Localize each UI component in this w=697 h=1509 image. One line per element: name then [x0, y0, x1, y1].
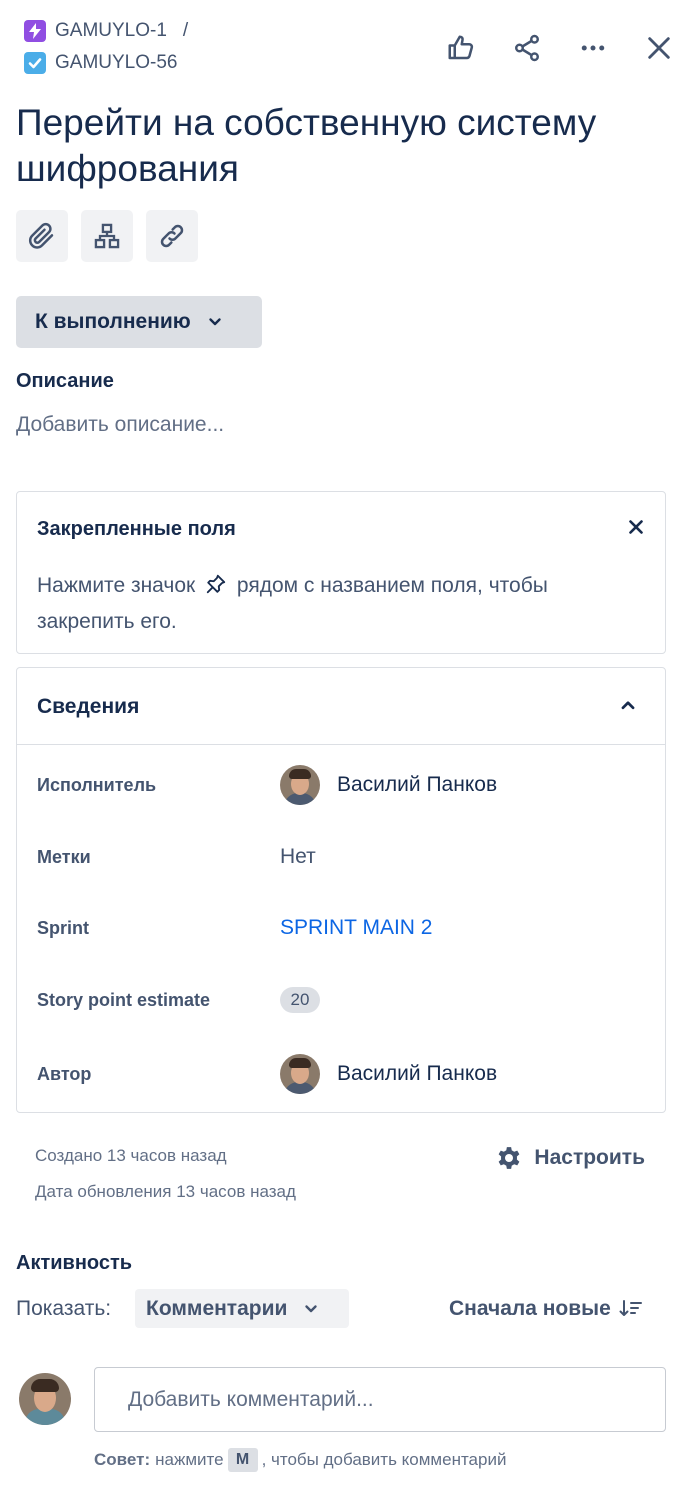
- like-button[interactable]: [441, 28, 481, 68]
- close-pinned-button[interactable]: [623, 514, 649, 540]
- hierarchy-icon: [94, 223, 120, 249]
- issue-title[interactable]: Перейти на собственную систему шифровани…: [16, 100, 656, 192]
- created-timestamp: Создано 13 часов назад: [35, 1146, 227, 1165]
- configure-button[interactable]: Настроить: [494, 1143, 645, 1173]
- description-heading: Описание: [16, 370, 114, 392]
- status-dropdown[interactable]: К выполнению: [16, 296, 262, 348]
- link-icon: [160, 224, 184, 248]
- close-button[interactable]: [639, 28, 679, 68]
- pinned-fields-hint: Нажмите значок рядом с названием поля, ч…: [37, 569, 637, 638]
- story-points-value[interactable]: 20: [280, 987, 320, 1013]
- issue-tools: [16, 210, 211, 262]
- pinned-hint-before: Нажмите значок: [37, 574, 196, 597]
- pinned-fields-heading: Закрепленные поля: [37, 518, 236, 540]
- issue-actions: [415, 28, 679, 68]
- comment-tip: Совет: нажмите M , чтобы добавить коммен…: [94, 1448, 506, 1472]
- attach-button[interactable]: [16, 210, 68, 262]
- assignee-name[interactable]: Василий Панков: [337, 773, 497, 797]
- labels-value[interactable]: Нет: [280, 845, 316, 869]
- tip-text-after: , чтобы добавить комментарий: [261, 1450, 507, 1469]
- show-label: Показать:: [16, 1297, 112, 1320]
- description-field[interactable]: Добавить описание...: [16, 413, 224, 437]
- activity-filter-dropdown[interactable]: Комментарии: [135, 1289, 349, 1328]
- field-labels: Метки Нет: [37, 837, 647, 877]
- details-header[interactable]: Сведения: [17, 668, 665, 745]
- close-icon: [629, 520, 643, 534]
- paperclip-icon: [28, 222, 54, 249]
- activity-heading: Активность: [16, 1252, 133, 1274]
- pinned-fields-panel: Закрепленные поля Нажмите значок рядом с…: [16, 491, 666, 654]
- assignee-value[interactable]: Василий Панков: [280, 765, 497, 805]
- field-label: Story point estimate: [37, 989, 211, 1010]
- link-issue-button[interactable]: [146, 210, 198, 262]
- checkbox-icon: [24, 52, 46, 74]
- sort-button[interactable]: Сначала новые: [449, 1297, 643, 1321]
- pin-icon: [205, 572, 227, 605]
- configure-label: Настроить: [534, 1146, 645, 1169]
- breadcrumb-current[interactable]: GAMUYLO-56: [24, 50, 188, 76]
- more-icon: [581, 45, 605, 51]
- field-label: Метки: [37, 846, 91, 867]
- comment-input[interactable]: Добавить комментарий...: [94, 1367, 666, 1432]
- activity-filter-value: Комментарии: [146, 1296, 288, 1320]
- field-label: Sprint: [37, 917, 89, 938]
- breadcrumb: GAMUYLO-1 / GAMUYLO-56: [24, 18, 188, 82]
- details-heading: Сведения: [37, 695, 140, 718]
- breadcrumb-parent[interactable]: GAMUYLO-1 /: [24, 18, 188, 44]
- updated-timestamp: Дата обновления 13 часов назад: [35, 1182, 296, 1201]
- chevron-down-icon: [303, 1301, 319, 1317]
- tip-text-before: нажмите: [155, 1450, 224, 1469]
- field-reporter: Автор Василий Панков: [37, 1054, 647, 1094]
- story-points-badge[interactable]: 20: [280, 987, 320, 1013]
- current-user-avatar: [19, 1373, 71, 1425]
- thumbs-up-icon: [448, 35, 474, 60]
- issue-key[interactable]: GAMUYLO-56: [55, 52, 177, 74]
- breadcrumb-separator: /: [182, 20, 189, 41]
- chevron-up-icon[interactable]: [619, 696, 637, 719]
- field-story-points: Story point estimate 20: [37, 980, 647, 1020]
- chevron-down-icon: [207, 314, 223, 330]
- sort-label: Сначала новые: [449, 1297, 611, 1320]
- share-icon: [515, 34, 539, 62]
- reporter-value[interactable]: Василий Панков: [280, 1054, 497, 1094]
- avatar: [280, 765, 320, 805]
- avatar: [280, 1054, 320, 1094]
- shortcut-key: M: [227, 1448, 258, 1472]
- gear-icon: [494, 1143, 524, 1173]
- close-icon: [648, 37, 670, 59]
- field-sprint: Sprint SPRINT MAIN 2: [37, 908, 647, 948]
- field-assignee: Исполнитель Василий Панков: [37, 765, 647, 805]
- lightning-icon: [24, 20, 46, 42]
- sprint-link[interactable]: SPRINT MAIN 2: [280, 916, 432, 940]
- details-panel: Сведения Исполнитель Василий Панков Метк…: [16, 667, 666, 1113]
- child-issue-button[interactable]: [81, 210, 133, 262]
- field-label: Исполнитель: [37, 774, 157, 795]
- sort-icon: [619, 1299, 643, 1319]
- reporter-name[interactable]: Василий Панков: [337, 1062, 497, 1086]
- status-label: К выполнению: [35, 310, 191, 333]
- tip-label: Совет:: [94, 1450, 151, 1469]
- parent-issue-key[interactable]: GAMUYLO-1: [55, 20, 167, 42]
- share-button[interactable]: [507, 28, 547, 68]
- more-button[interactable]: [573, 28, 613, 68]
- field-label: Автор: [37, 1063, 92, 1084]
